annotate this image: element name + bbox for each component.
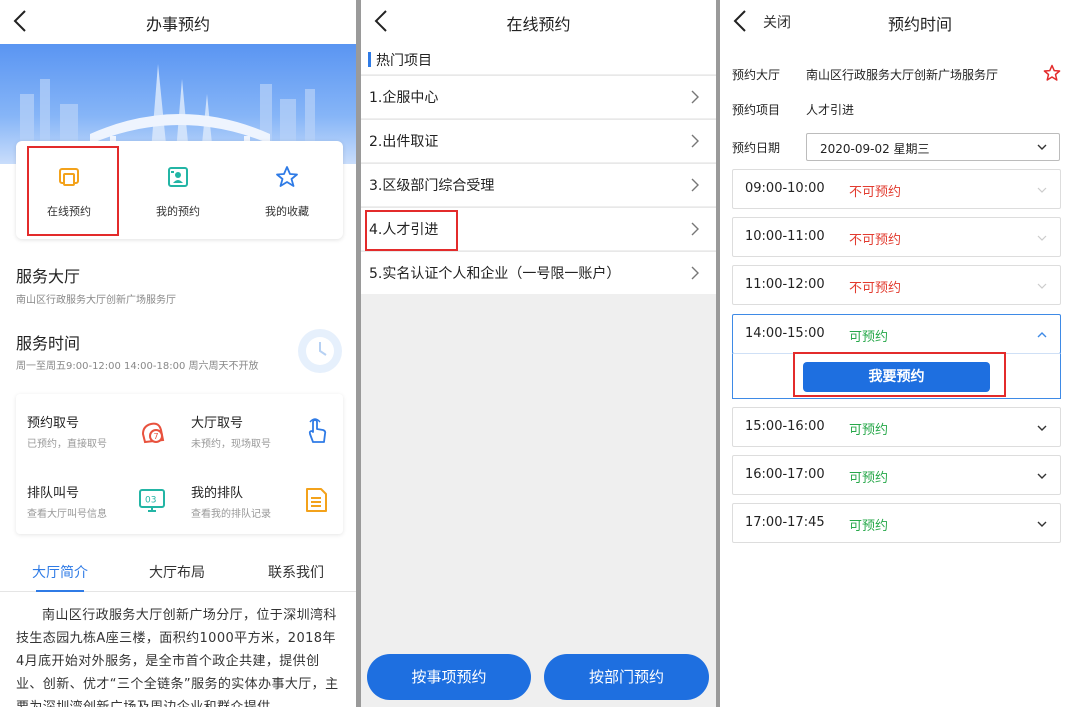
service-hall-ticket[interactable]: 大厅取号 未预约，现场取号: [191, 412, 336, 452]
panel-online-booking: 在线预约 热门项目 1.企服中心 2.出件取证 3.区级部门综合受理 4.人才引…: [361, 0, 716, 707]
hot-items-header: 热门项目: [361, 44, 716, 74]
quick-label: 我的收藏: [265, 205, 309, 218]
service-my-queue[interactable]: 我的排队 查看我的排队记录: [191, 482, 336, 522]
back-arrow-icon[interactable]: [730, 8, 752, 34]
chevron-right-icon: [691, 266, 699, 280]
chevron-right-icon: [691, 178, 699, 192]
tab-hall-intro[interactable]: 大厅简介: [32, 562, 88, 582]
tab-hall-layout[interactable]: 大厅布局: [149, 562, 205, 582]
chevron-down-icon: [1037, 521, 1047, 527]
book-by-department-button[interactable]: 按部门预约: [544, 654, 709, 700]
active-tab-underline: [36, 590, 84, 592]
slot-status: 不可预约: [849, 281, 902, 296]
section-title: 热门项目: [376, 53, 432, 69]
highlight-box: [365, 210, 458, 251]
panel-booking-time: 关闭 预约时间 预约大厅 南山区行政服务大厅创新广场服务厅 预约项目 人才引进 …: [720, 0, 1080, 707]
hall-subtitle: 南山区行政服务大厅创新广场服务厅: [16, 295, 176, 306]
top-bar: 办事预约: [0, 0, 356, 44]
booking-ticket-icon: 7: [141, 422, 165, 444]
time-slot-expanded[interactable]: 14:00-15:00 可预约: [732, 314, 1061, 354]
favorite-star-icon[interactable]: [1043, 64, 1061, 82]
time-slot[interactable]: 17:00-17:45 可预约: [732, 503, 1061, 543]
quick-label: 我的预约: [156, 205, 200, 218]
svg-text:7: 7: [154, 432, 159, 441]
chevron-down-icon: [1037, 144, 1047, 150]
chevron-right-icon: [691, 222, 699, 236]
chevron-down-icon: [1037, 283, 1047, 289]
item-row[interactable]: 1.企服中心: [361, 75, 716, 118]
quick-my-booking[interactable]: 我的预约: [133, 165, 223, 219]
chevron-right-icon: [691, 90, 699, 104]
item-label: 5.实名认证个人和企业（一号限一账户）: [369, 266, 621, 282]
book-by-matter-button[interactable]: 按事项预约: [367, 654, 531, 700]
item-label: 1.企服中心: [369, 90, 439, 106]
item-row[interactable]: 3.区级部门综合受理: [361, 163, 716, 206]
slot-status: 可预约: [849, 519, 889, 534]
hall-title: 服务大厅: [16, 267, 81, 286]
slot-time: 15:00-16:00: [745, 419, 825, 434]
slot-status: 可预约: [849, 423, 889, 438]
slot-time: 16:00-17:00: [745, 467, 825, 482]
section-marker: [368, 52, 371, 67]
my-booking-icon: [168, 167, 188, 187]
service-queue-calling[interactable]: 排队叫号 查看大厅叫号信息 03: [27, 482, 177, 522]
tap-hand-icon: [308, 418, 327, 443]
highlight-box: [27, 146, 119, 236]
item-label: 预约项目: [732, 103, 781, 117]
hall-intro-text: 南山区行政服务大厅创新广场分厅，位于深圳湾科技生态园九栋A座三楼，面积约1000…: [16, 608, 339, 707]
service-booking-ticket[interactable]: 预约取号 已预约，直接取号 7: [27, 412, 177, 452]
slot-status: 不可预约: [849, 233, 902, 248]
chevron-up-icon: [1037, 332, 1047, 338]
time-slot[interactable]: 09:00-10:00 不可预约: [732, 169, 1061, 209]
hall-tabs: 大厅简介 大厅布局 联系我们: [0, 556, 356, 592]
hall-value: 南山区行政服务大厅创新广场服务厅: [806, 68, 999, 82]
time-slot[interactable]: 11:00-12:00 不可预约: [732, 265, 1061, 305]
page-title: 办事预约: [145, 15, 210, 34]
slot-status: 可预约: [849, 330, 889, 345]
slot-time: 09:00-10:00: [745, 181, 825, 196]
item-value: 人才引进: [806, 103, 855, 117]
chevron-down-icon: [1037, 235, 1047, 241]
hours-title: 服务时间: [16, 334, 81, 353]
date-select[interactable]: 2020-09-02 星期三: [806, 133, 1060, 161]
tab-contact-us[interactable]: 联系我们: [268, 562, 324, 582]
star-icon: [276, 166, 298, 187]
slot-status: 不可预约: [849, 185, 902, 200]
clock-icon: [298, 329, 342, 373]
slot-time: 11:00-12:00: [745, 277, 825, 292]
chevron-right-icon: [691, 134, 699, 148]
time-slot[interactable]: 16:00-17:00 可预约: [732, 455, 1061, 495]
item-label: 3.区级部门综合受理: [369, 178, 495, 194]
queue-record-icon: [306, 488, 327, 512]
slot-status: 可预约: [849, 471, 889, 486]
panel-appointment-home: 办事预约 在线预约 我的预约 我的收藏 服务大厅 南山区行政服务大厅创新广场服务…: [0, 0, 356, 707]
hall-label: 预约大厅: [732, 68, 781, 82]
page-title: 在线预约: [506, 15, 571, 34]
time-slot[interactable]: 10:00-11:00 不可预约: [732, 217, 1061, 257]
slot-time: 10:00-11:00: [745, 229, 825, 244]
queue-services-card: 预约取号 已预约，直接取号 7 大厅取号 未预约，现场取号 排队叫号 查看大厅叫…: [16, 394, 343, 534]
svg-text:03: 03: [145, 496, 156, 506]
quick-my-favorites[interactable]: 我的收藏: [242, 165, 332, 219]
top-bar: 在线预约: [361, 0, 716, 44]
highlight-box: [793, 352, 1006, 397]
chevron-down-icon: [1037, 473, 1047, 479]
queue-screen-icon: 03: [139, 489, 165, 512]
chevron-down-icon: [1037, 425, 1047, 431]
top-bar: 关闭 预约时间: [720, 0, 1080, 44]
slot-time: 17:00-17:45: [745, 515, 825, 530]
page-title: 预约时间: [887, 15, 952, 34]
date-value: 2020-09-02 星期三: [820, 142, 930, 156]
item-label: 2.出件取证: [369, 134, 439, 150]
date-label: 预约日期: [732, 141, 781, 155]
time-slot[interactable]: 15:00-16:00 可预约: [732, 407, 1061, 447]
hours-subtitle: 周一至周五9:00-12:00 14:00-18:00 周六周天不开放: [16, 361, 259, 372]
chevron-down-icon: [1037, 187, 1047, 193]
item-row[interactable]: 5.实名认证个人和企业（一号限一账户）: [361, 251, 716, 294]
item-row[interactable]: 2.出件取证: [361, 119, 716, 162]
slot-time: 14:00-15:00: [745, 326, 825, 341]
